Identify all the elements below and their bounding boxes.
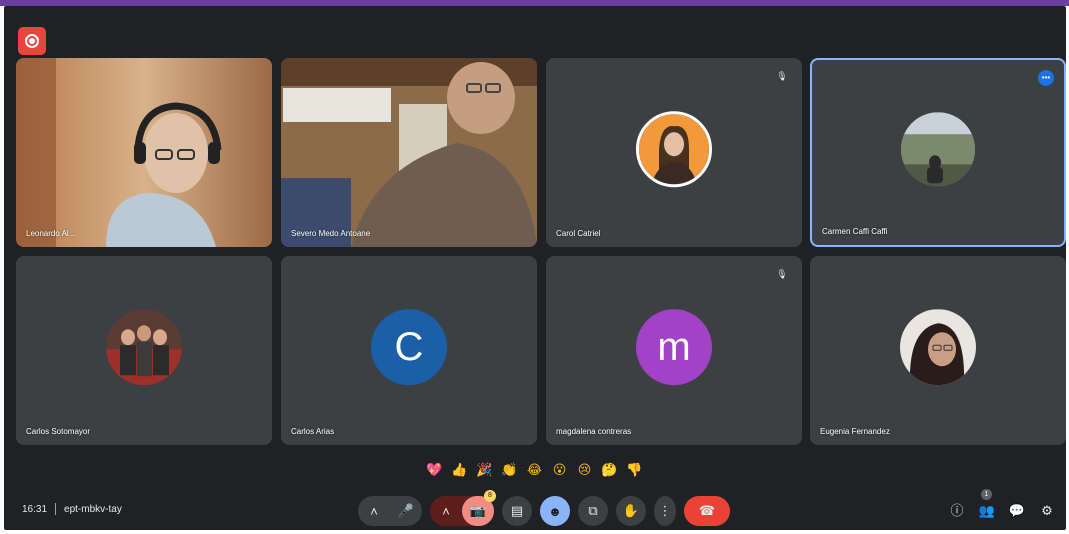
participant-initial-avatar: m bbox=[636, 308, 712, 385]
surprised-reaction-icon[interactable]: 😮 bbox=[550, 460, 569, 479]
participant-tile[interactable]: 🎙 Carol Catriel bbox=[546, 58, 802, 247]
microphone-icon[interactable]: 🎤 bbox=[390, 503, 422, 519]
hand-icon: ✋ bbox=[622, 503, 640, 518]
call-controls: ˄ 🎤 ˄ 📷 8 ▤ ☻ ⧉ ✋ ⋮ ☎ bbox=[358, 490, 730, 527]
heart-reaction-icon[interactable]: 💖 bbox=[425, 460, 444, 479]
more-vert-icon: ⋮ bbox=[658, 503, 672, 518]
participant-avatar bbox=[900, 308, 976, 385]
participant-name: magdalena contreras bbox=[556, 427, 632, 436]
meeting-code: ept-mbkv-tay bbox=[64, 503, 122, 515]
laugh-reaction-icon[interactable]: 😂 bbox=[525, 460, 544, 479]
activities-icon[interactable]: ⚙ bbox=[1038, 502, 1056, 520]
participant-tile[interactable]: C Carlos Arias bbox=[281, 256, 537, 445]
muted-mic-icon: 🎙 bbox=[776, 269, 788, 279]
participant-name: Leonardo Al... bbox=[26, 229, 76, 238]
thumbs-up-reaction-icon[interactable]: 👍 bbox=[450, 460, 469, 479]
notification-count: 8 bbox=[484, 490, 496, 502]
emoji-icon: ☻ bbox=[548, 503, 562, 519]
participant-initial-avatar: C bbox=[371, 308, 447, 385]
participant-avatar bbox=[901, 111, 975, 186]
more-options-button[interactable]: ⋮ bbox=[654, 496, 676, 526]
participant-tile[interactable]: Eugenia Fernandez bbox=[810, 256, 1066, 445]
chevron-up-icon[interactable]: ˄ bbox=[358, 504, 390, 519]
present-screen-button[interactable]: ⧉ bbox=[578, 496, 608, 526]
thinking-reaction-icon[interactable]: 🤔 bbox=[600, 460, 619, 479]
participant-name: Carol Catriel bbox=[556, 229, 601, 238]
participant-tile[interactable]: Severo Medo Antoane bbox=[281, 58, 537, 247]
info-icon[interactable]: ⓘ bbox=[948, 502, 966, 520]
meeting-window: Leonardo Al... Severo Medo Antoane 🎙 Car… bbox=[4, 6, 1066, 530]
participant-tile-active[interactable]: ••• Carmen Caffi Caffi bbox=[810, 58, 1066, 247]
reactions-button[interactable]: ☻ bbox=[540, 496, 570, 526]
participant-name: Carmen Caffi Caffi bbox=[822, 227, 888, 236]
participant-avatar bbox=[636, 110, 712, 187]
clap-reaction-icon[interactable]: 👏 bbox=[500, 460, 519, 479]
thumbs-down-reaction-icon[interactable]: 👎 bbox=[625, 460, 644, 479]
chevron-up-icon[interactable]: ˄ bbox=[430, 504, 462, 519]
divider bbox=[55, 503, 57, 515]
captions-button[interactable]: ▤ bbox=[502, 496, 532, 526]
participant-name: Carlos Arias bbox=[291, 427, 335, 436]
chat-icon[interactable]: 💬 bbox=[1008, 502, 1026, 520]
participant-avatar bbox=[106, 308, 182, 385]
record-icon[interactable] bbox=[18, 27, 46, 55]
sad-reaction-icon[interactable]: 😢 bbox=[575, 460, 594, 479]
muted-mic-icon: 🎙 bbox=[776, 71, 788, 81]
participant-name: Eugenia Fernandez bbox=[820, 427, 890, 436]
microphone-control[interactable]: ˄ 🎤 bbox=[358, 496, 422, 526]
speaking-icon: ••• bbox=[1038, 70, 1054, 86]
camera-control[interactable]: ˄ 📷 8 bbox=[430, 490, 496, 526]
raise-hand-button[interactable]: ✋ bbox=[616, 496, 646, 526]
captions-icon: ▤ bbox=[510, 503, 524, 518]
participant-count: 1 bbox=[981, 489, 992, 500]
hangup-icon: ☎ bbox=[698, 503, 716, 518]
meeting-time: 16:31 bbox=[22, 503, 48, 515]
present-icon: ⧉ bbox=[588, 503, 598, 518]
participant-tile[interactable]: 🎙 m magdalena contreras bbox=[546, 256, 802, 445]
camera-off-icon[interactable]: 📷 8 bbox=[462, 490, 496, 526]
participant-tile[interactable]: Leonardo Al... bbox=[16, 58, 272, 247]
participant-tile[interactable]: Carlos Sotomayor bbox=[16, 256, 272, 445]
reaction-bar: 💖 👍 🎉 👏 😂 😮 😢 🤔 👎 bbox=[425, 459, 644, 479]
participant-name: Severo Medo Antoane bbox=[291, 229, 371, 238]
people-icon[interactable]: 👥 1 bbox=[978, 489, 996, 520]
participant-video bbox=[281, 58, 537, 247]
leave-call-button[interactable]: ☎ bbox=[684, 496, 730, 526]
participant-video bbox=[16, 58, 272, 247]
party-reaction-icon[interactable]: 🎉 bbox=[475, 460, 494, 479]
participant-name: Carlos Sotomayor bbox=[26, 427, 91, 436]
side-panel-toggles: ⓘ 👥 1 💬 ⚙ bbox=[948, 489, 1056, 520]
meeting-info: 16:31 ept-mbkv-tay bbox=[22, 503, 122, 515]
